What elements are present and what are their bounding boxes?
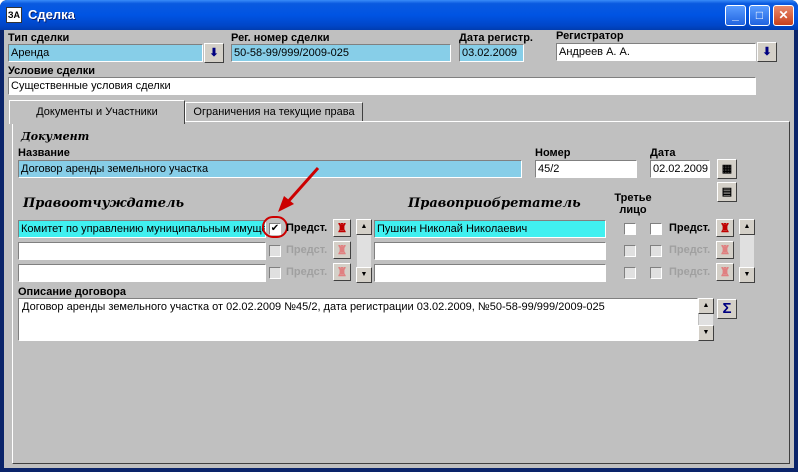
grantor-representative-checkbox-3[interactable]: [269, 267, 281, 279]
red-arrow-icon: [278, 167, 320, 212]
grantor-representative-checkbox-2[interactable]: [269, 245, 281, 257]
registrar-dropdown-button[interactable]: ⬇: [757, 42, 777, 62]
third-party-checkbox-1[interactable]: [624, 223, 636, 235]
calendar-icon: ▦: [721, 163, 733, 175]
doc-number-label: Номер: [535, 147, 571, 159]
scroll-down-icon[interactable]: ▼: [739, 267, 755, 283]
grantor-field-3[interactable]: [18, 264, 266, 282]
grantee-representative-button-2[interactable]: ♜: [716, 241, 734, 259]
app-icon: ЗА: [6, 7, 22, 23]
grantee-pred-label-1: Предст.: [669, 222, 711, 234]
highlight-circle: [262, 216, 288, 238]
registrar-label: Регистратор: [556, 30, 624, 42]
deal-type-dropdown-button[interactable]: ⬇: [204, 43, 224, 63]
document-lookup-button[interactable]: ▤: [717, 182, 737, 202]
book-icon: ▤: [721, 186, 733, 198]
grantee-field-3[interactable]: [374, 264, 606, 282]
dialog-body: Тип сделки Аренда ⬇ Рег. номер сделки 50…: [4, 30, 794, 468]
minimize-button[interactable]: _: [725, 5, 746, 26]
grantee-scrollbar[interactable]: ▲ ▼: [739, 219, 755, 283]
grantor-representative-button-2[interactable]: ♜: [333, 241, 351, 259]
grantor-representative-button-3[interactable]: ♜: [333, 263, 351, 281]
arrow-down-icon: ⬇: [762, 46, 772, 58]
grantee-label: Правоприобретатель: [408, 196, 581, 211]
description-label: Описание договора: [18, 286, 126, 298]
sigma-icon: Σ: [722, 300, 732, 317]
registrar-field[interactable]: Андреев А. А.: [556, 43, 756, 61]
third-party-checkbox-3[interactable]: [624, 267, 636, 279]
scroll-down-icon[interactable]: ▼: [356, 267, 372, 283]
doc-date-field[interactable]: 02.02.2009: [650, 160, 710, 178]
tab-restrictions[interactable]: Ограничения на текущие права: [185, 102, 363, 122]
grantee-representative-checkbox-2[interactable]: [650, 245, 662, 257]
reg-date-label: Дата регистр.: [459, 32, 533, 44]
reg-number-label: Рег. номер сделки: [231, 32, 330, 44]
condition-field[interactable]: Существенные условия сделки: [8, 77, 756, 95]
person-icon: ♜: [336, 243, 348, 257]
auto-description-button[interactable]: Σ: [717, 299, 737, 319]
description-textarea[interactable]: Договор аренды земельного участка от 02.…: [18, 298, 698, 341]
maximize-button[interactable]: □: [749, 5, 770, 26]
grantee-representative-checkbox-1[interactable]: [650, 223, 662, 235]
third-party-label: Третье лицо: [614, 192, 652, 216]
tab-documents-participants[interactable]: Документы и Участники: [9, 100, 185, 124]
calendar-button[interactable]: ▦: [717, 159, 737, 179]
grantee-representative-button-3[interactable]: ♜: [716, 263, 734, 281]
grantee-pred-label-3: Предст.: [669, 266, 711, 278]
deal-type-label: Тип сделки: [8, 32, 70, 44]
grantor-pred-label-3: Предст.: [286, 266, 328, 278]
grantee-field-2[interactable]: [374, 242, 606, 260]
tab-panel: Документ Название Договор аренды земельн…: [12, 121, 790, 464]
person-icon: ♜: [336, 221, 348, 235]
grantor-representative-button-1[interactable]: ♜: [333, 219, 351, 237]
reg-date-field[interactable]: 03.02.2009: [459, 44, 524, 62]
window-title: Сделка: [28, 7, 75, 22]
close-button[interactable]: ✕: [773, 5, 794, 26]
scroll-up-icon[interactable]: ▲: [698, 298, 714, 314]
doc-date-label: Дата: [650, 147, 676, 159]
person-icon: ♜: [719, 265, 731, 279]
grantor-scrollbar[interactable]: ▲ ▼: [356, 219, 372, 283]
document-section-label: Документ: [21, 130, 90, 143]
window: ЗА Сделка _ □ ✕ Тип сделки Аренда ⬇ Рег.…: [0, 0, 798, 472]
scroll-up-icon[interactable]: ▲: [739, 219, 755, 235]
scroll-up-icon[interactable]: ▲: [356, 219, 372, 235]
condition-label: Условие сделки: [8, 65, 96, 77]
grantee-field-1[interactable]: Пушкин Николай Николаевич: [374, 220, 606, 238]
grantee-pred-label-2: Предст.: [669, 244, 711, 256]
reg-number-field[interactable]: 50-58-99/999/2009-025: [231, 44, 451, 62]
arrow-down-icon: ⬇: [209, 47, 219, 59]
grantor-field-1[interactable]: Комитет по управлению муниципальным имущ…: [18, 220, 266, 238]
person-icon: ♜: [719, 243, 731, 257]
grantor-label: Правоотчуждатель: [23, 196, 185, 211]
grantor-field-2[interactable]: [18, 242, 266, 260]
grantor-pred-label-2: Предст.: [286, 244, 328, 256]
grantor-pred-label-1: Предст.: [286, 222, 328, 234]
doc-name-field[interactable]: Договор аренды земельного участка: [18, 160, 522, 178]
doc-name-label: Название: [18, 147, 70, 159]
scroll-down-icon[interactable]: ▼: [698, 325, 714, 341]
person-icon: ♜: [336, 265, 348, 279]
title-bar: ЗА Сделка _ □ ✕: [0, 0, 798, 30]
grantee-representative-button-1[interactable]: ♜: [716, 219, 734, 237]
deal-type-field[interactable]: Аренда: [8, 44, 203, 62]
grantee-representative-checkbox-3[interactable]: [650, 267, 662, 279]
doc-number-field[interactable]: 45/2: [535, 160, 637, 178]
person-icon: ♜: [719, 221, 731, 235]
description-scrollbar[interactable]: ▲ ▼: [698, 298, 714, 341]
third-party-checkbox-2[interactable]: [624, 245, 636, 257]
